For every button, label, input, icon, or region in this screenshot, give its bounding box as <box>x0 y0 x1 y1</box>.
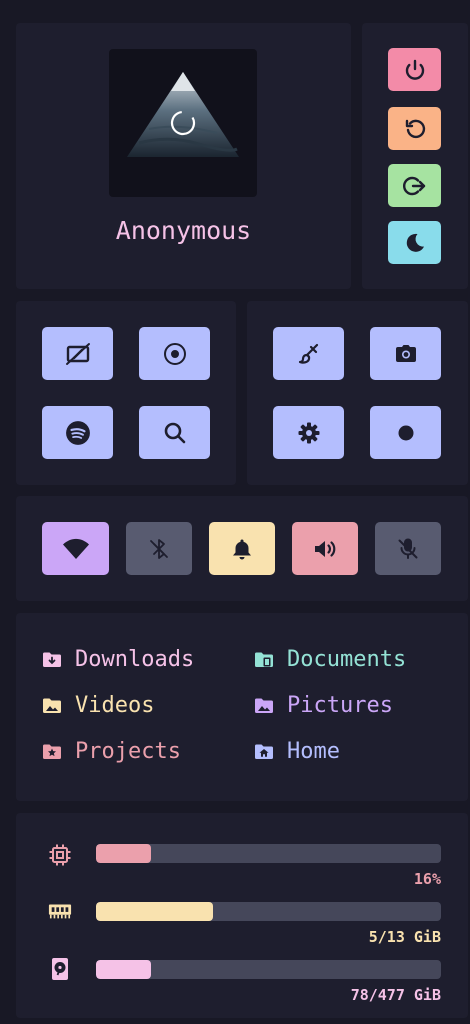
sleep-button[interactable] <box>388 221 441 264</box>
disk-usage-fill <box>96 960 152 979</box>
record-button[interactable] <box>370 406 441 459</box>
folder-pictures-icon <box>253 695 275 717</box>
bell-icon <box>233 539 251 559</box>
memory-usage-bar <box>96 902 441 921</box>
settings-button[interactable] <box>273 406 344 459</box>
reboot-button[interactable] <box>388 107 441 150</box>
logout-icon <box>402 176 425 195</box>
cpu-usage-fill <box>96 844 152 863</box>
folder-pictures[interactable]: Pictures <box>253 693 393 718</box>
profile-panel: Anonymous <box>16 23 351 289</box>
memory-icon <box>48 899 72 923</box>
folder-home[interactable]: Home <box>253 739 340 764</box>
folder-label: Projects <box>75 739 181 764</box>
brush-icon <box>298 343 318 364</box>
volume-toggle[interactable] <box>292 522 358 575</box>
power-icon <box>405 59 424 80</box>
folder-videos-icon <box>41 695 63 717</box>
quick-toggles-panel <box>16 496 468 601</box>
screenshot-button[interactable] <box>370 327 441 380</box>
disk-usage-label: 78/477 GiB <box>350 986 441 1004</box>
moon-icon <box>406 233 424 252</box>
bluetooth-toggle[interactable] <box>126 522 192 575</box>
logout-button[interactable] <box>388 164 441 207</box>
screen-off-icon <box>65 342 90 365</box>
apps-panel-left <box>16 301 236 485</box>
memory-usage-label: 5/13 GiB <box>368 928 441 946</box>
cpu-usage-label: 16% <box>413 870 441 888</box>
cpu-usage-bar <box>96 844 441 863</box>
folder-label: Home <box>287 739 340 764</box>
search-button[interactable] <box>139 406 210 459</box>
folder-videos[interactable]: Videos <box>41 693 154 718</box>
disk-usage-bar <box>96 960 441 979</box>
disc-button[interactable] <box>139 327 210 380</box>
folder-downloads[interactable]: Downloads <box>41 647 194 672</box>
notifications-toggle[interactable] <box>209 522 275 575</box>
wifi-toggle[interactable] <box>42 522 109 575</box>
apps-panel-right <box>247 301 468 485</box>
memory-usage-fill <box>96 902 214 921</box>
folder-documents[interactable]: Documents <box>253 647 406 672</box>
folder-label: Videos <box>75 693 155 718</box>
spotify-button[interactable] <box>42 406 113 459</box>
wifi-icon <box>62 538 89 559</box>
folder-label: Downloads <box>75 647 195 672</box>
folder-projects-icon <box>41 741 63 763</box>
mic-off-icon <box>398 538 418 559</box>
screen-off-button[interactable] <box>42 327 113 380</box>
disk-icon <box>48 957 72 981</box>
username: Anonymous <box>115 216 252 245</box>
search-icon <box>164 422 185 443</box>
folder-projects[interactable]: Projects <box>41 739 181 764</box>
folder-label: Documents <box>287 647 407 672</box>
folder-home-icon <box>253 741 275 763</box>
paint-brush-button[interactable] <box>273 327 344 380</box>
camera-icon <box>395 344 416 362</box>
bluetooth-off-icon <box>150 538 168 559</box>
avatar <box>109 49 257 197</box>
gear-icon <box>298 422 319 443</box>
folders-panel: Downloads Documents Videos Pictures Proj… <box>16 613 468 801</box>
folder-download-icon <box>41 649 63 671</box>
resources-panel: 16% 5/13 GiB 78/477 GiB <box>16 813 468 1018</box>
volume-icon <box>315 540 336 557</box>
record-icon <box>398 425 413 440</box>
microphone-toggle[interactable] <box>375 522 441 575</box>
cpu-icon <box>48 843 72 867</box>
folder-documents-icon <box>253 649 275 671</box>
restart-icon <box>405 119 425 138</box>
folder-label: Pictures <box>287 693 393 718</box>
power-panel <box>362 23 468 289</box>
disc-icon <box>163 342 186 365</box>
spotify-icon <box>65 420 90 445</box>
power-button[interactable] <box>388 48 441 91</box>
